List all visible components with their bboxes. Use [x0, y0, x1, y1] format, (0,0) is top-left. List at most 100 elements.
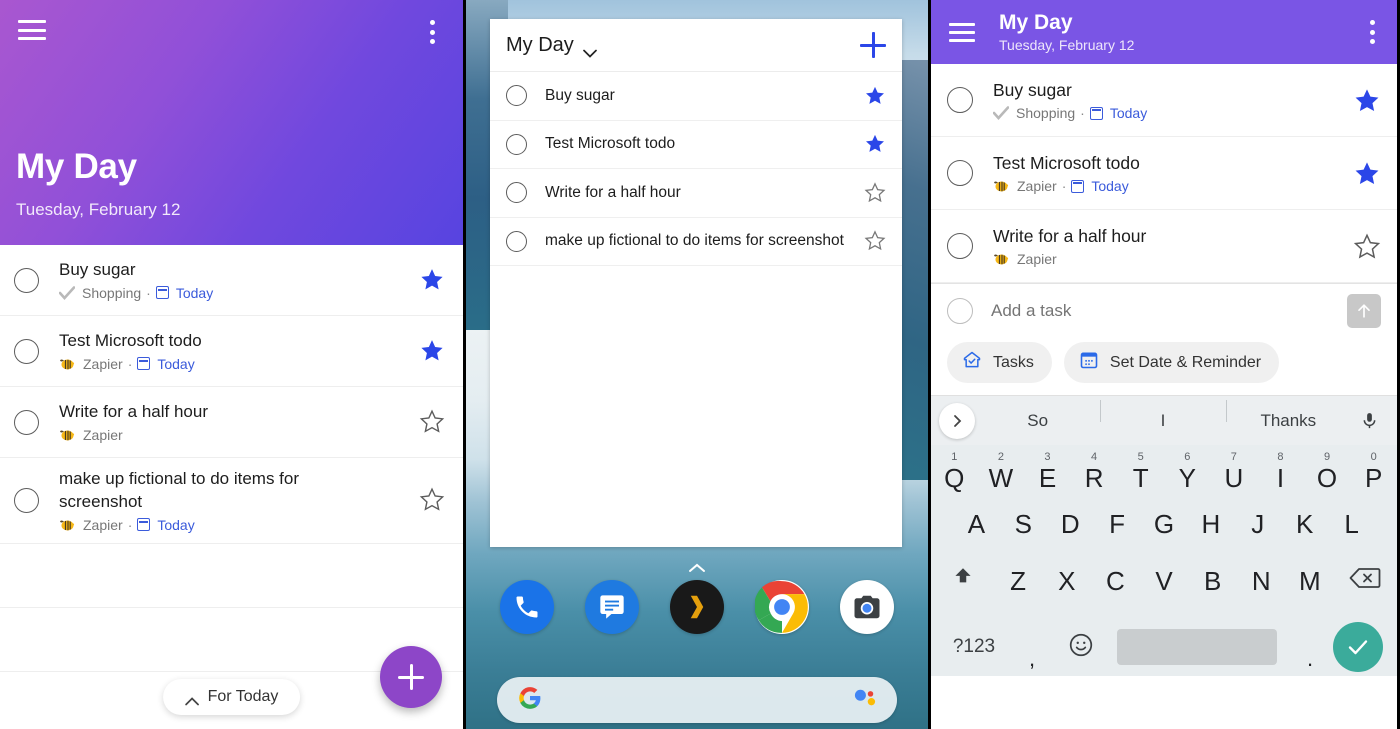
- key-m[interactable]: M: [1286, 568, 1335, 594]
- star-icon-outline[interactable]: [864, 182, 886, 204]
- task-complete-checkbox[interactable]: [947, 160, 973, 186]
- key-d[interactable]: D: [1047, 511, 1094, 537]
- space-key[interactable]: [1117, 629, 1277, 665]
- star-icon-filled[interactable]: [1353, 87, 1379, 113]
- suggestion-2[interactable]: I: [1100, 399, 1225, 431]
- star-icon-outline[interactable]: [419, 487, 445, 513]
- chip-set-date-reminder[interactable]: Set Date & Reminder: [1063, 342, 1280, 383]
- hamburger-icon[interactable]: [949, 22, 975, 42]
- period-key[interactable]: .: [1287, 646, 1333, 672]
- add-task-fab[interactable]: [380, 646, 442, 708]
- list-item[interactable]: Buy sugar: [490, 72, 902, 121]
- task-complete-checkbox[interactable]: [947, 298, 973, 324]
- widget-header[interactable]: My Day: [490, 19, 902, 72]
- key-r[interactable]: 4R: [1071, 451, 1118, 491]
- key-i[interactable]: 8I: [1257, 451, 1304, 491]
- key-a[interactable]: A: [953, 511, 1000, 537]
- key-e[interactable]: 3E: [1024, 451, 1071, 491]
- comma-key[interactable]: ,: [1009, 646, 1055, 672]
- enter-key[interactable]: [1333, 622, 1383, 672]
- table-row[interactable]: make up fictional to do items for screen…: [0, 458, 463, 544]
- key-g[interactable]: G: [1141, 511, 1188, 537]
- hamburger-icon[interactable]: [18, 20, 46, 40]
- list-item[interactable]: Write for a half hour: [490, 169, 902, 218]
- task-complete-checkbox[interactable]: [14, 267, 39, 293]
- chevron-up-icon[interactable]: [688, 560, 706, 572]
- key-y[interactable]: 6Y: [1164, 451, 1211, 491]
- star-icon-filled[interactable]: [419, 267, 445, 293]
- key-k[interactable]: K: [1281, 511, 1328, 537]
- key-s[interactable]: S: [1000, 511, 1047, 537]
- key-f[interactable]: F: [1094, 511, 1141, 537]
- task-complete-checkbox[interactable]: [14, 338, 39, 364]
- task-complete-checkbox[interactable]: [506, 182, 527, 204]
- star-icon-filled[interactable]: [419, 338, 445, 364]
- task-complete-checkbox[interactable]: [947, 87, 973, 113]
- key-b[interactable]: B: [1188, 568, 1237, 594]
- chevron-right-icon[interactable]: [939, 402, 975, 439]
- key-n[interactable]: N: [1237, 568, 1286, 594]
- key-q[interactable]: 1Q: [931, 451, 978, 491]
- table-row[interactable]: Write for a half hour Zapier: [931, 210, 1397, 283]
- widget-title-group[interactable]: My Day: [506, 34, 597, 58]
- table-row[interactable]: Test Microsoft todo Zapier · Today: [931, 137, 1397, 210]
- emoji-icon[interactable]: [1055, 632, 1107, 663]
- star-icon-filled[interactable]: [864, 85, 886, 107]
- task-complete-checkbox[interactable]: [947, 233, 973, 259]
- kebab-menu-icon[interactable]: [429, 20, 435, 44]
- chevron-down-icon[interactable]: [582, 41, 597, 58]
- key-label: L: [1344, 509, 1359, 539]
- star-icon-outline[interactable]: [864, 230, 886, 252]
- messages-icon[interactable]: [584, 580, 639, 634]
- suggestion-1[interactable]: So: [975, 411, 1100, 431]
- phone-icon[interactable]: [499, 580, 554, 634]
- star-icon-filled[interactable]: [1353, 160, 1379, 186]
- google-assistant-icon[interactable]: [853, 687, 877, 714]
- star-icon-outline[interactable]: [1353, 233, 1381, 259]
- chip-tasks[interactable]: Tasks: [947, 342, 1052, 383]
- key-v[interactable]: V: [1140, 568, 1189, 594]
- task-complete-checkbox[interactable]: [506, 85, 527, 107]
- key-u[interactable]: 7U: [1211, 451, 1258, 491]
- shift-icon[interactable]: [933, 565, 994, 596]
- suggestion-3[interactable]: Thanks: [1225, 399, 1351, 431]
- add-task-input[interactable]: [991, 297, 1347, 325]
- chrome-icon[interactable]: [755, 580, 810, 634]
- star-icon-filled[interactable]: [864, 133, 886, 155]
- key-l[interactable]: L: [1328, 511, 1375, 537]
- key-c[interactable]: C: [1091, 568, 1140, 594]
- table-row[interactable]: Buy sugar Shopping · Today: [931, 64, 1397, 137]
- task-complete-checkbox[interactable]: [14, 487, 39, 513]
- microphone-icon[interactable]: [1351, 410, 1389, 432]
- kebab-menu-icon[interactable]: [1369, 20, 1375, 44]
- plex-icon[interactable]: [669, 580, 724, 634]
- list-item[interactable]: make up fictional to do items for screen…: [490, 218, 902, 266]
- table-row[interactable]: Write for a half hour Zapier: [0, 387, 463, 458]
- key-t[interactable]: 5T: [1117, 451, 1164, 491]
- table-row[interactable]: Buy sugar Shopping · Today: [0, 245, 463, 316]
- google-search-bar[interactable]: [497, 677, 897, 723]
- backspace-icon[interactable]: [1334, 566, 1395, 595]
- list-item[interactable]: Test Microsoft todo: [490, 121, 902, 169]
- key-z[interactable]: Z: [994, 568, 1043, 594]
- task-complete-checkbox[interactable]: [14, 409, 39, 435]
- key-j[interactable]: J: [1234, 511, 1281, 537]
- todo-home-widget: My Day Buy sugar Test Microsoft todo Wri…: [490, 19, 902, 547]
- key-h[interactable]: H: [1187, 511, 1234, 537]
- key-x[interactable]: X: [1042, 568, 1091, 594]
- camera-icon[interactable]: [840, 580, 895, 634]
- key-p[interactable]: 0P: [1350, 451, 1397, 491]
- key-label: I: [1276, 463, 1285, 493]
- task-complete-checkbox[interactable]: [506, 133, 527, 155]
- star-icon-outline[interactable]: [419, 409, 445, 435]
- task-complete-checkbox[interactable]: [506, 230, 527, 252]
- table-row[interactable]: Test Microsoft todo Zapier · Today: [0, 316, 463, 387]
- chevron-up-icon: [184, 693, 199, 705]
- keyboard-row-1: 1Q 2W 3E 4R 5T 6Y 7U 8I 9O 0P: [931, 451, 1397, 491]
- symbols-key[interactable]: ?123: [939, 636, 1009, 658]
- key-w[interactable]: 2W: [978, 451, 1025, 491]
- send-task-button[interactable]: [1347, 294, 1381, 328]
- key-o[interactable]: 9O: [1304, 451, 1351, 491]
- widget-add-icon[interactable]: [860, 32, 886, 58]
- for-today-button[interactable]: For Today: [162, 679, 301, 715]
